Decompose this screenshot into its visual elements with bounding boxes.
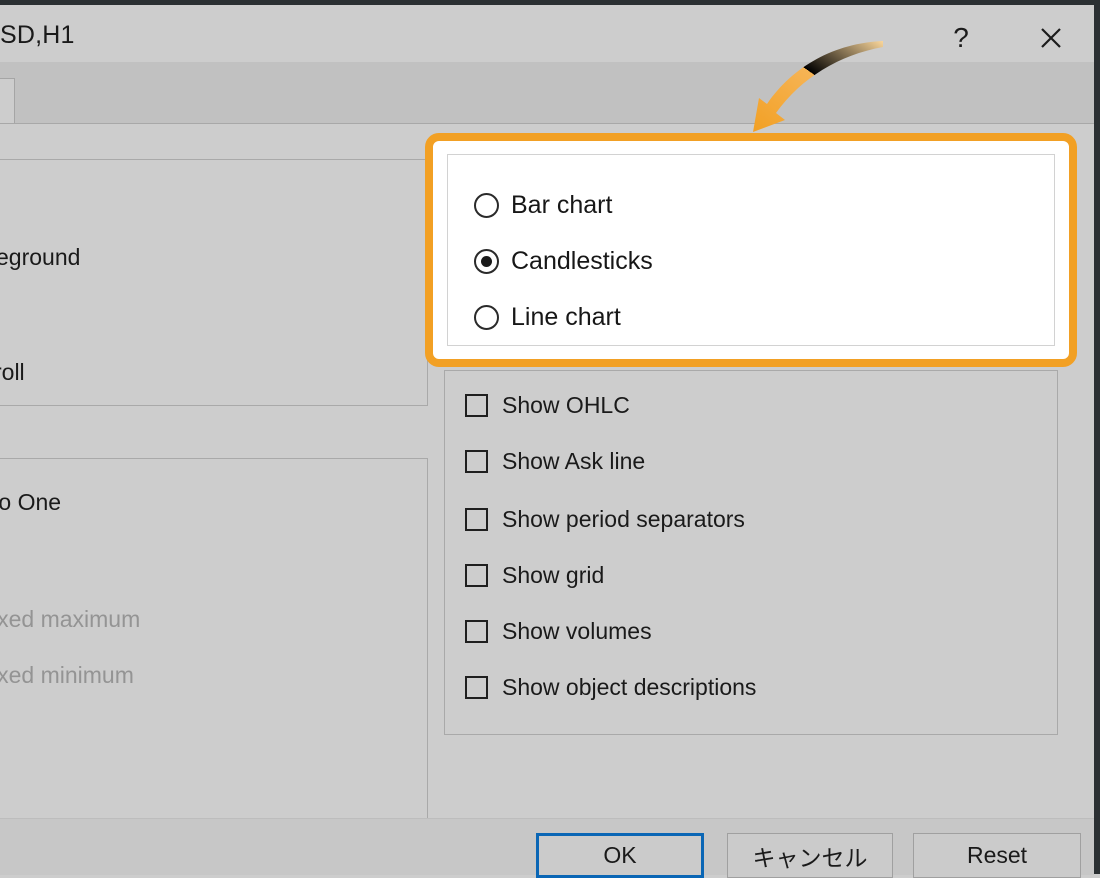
checkbox-row-show-volumes[interactable]: Show volumes [465,620,652,643]
checkbox-show-ohlc[interactable] [465,394,488,417]
group-scale [0,458,428,850]
radio-line-chart[interactable] [474,305,499,330]
radio-bar-chart[interactable] [474,193,499,218]
radio-row-bar-chart[interactable]: Bar chart [474,193,612,218]
checkbox-label-show-ohlc: Show OHLC [502,392,630,418]
close-icon [1041,28,1061,48]
radio-row-line-chart[interactable]: Line chart [474,305,621,330]
radio-label-line-chart: Line chart [511,303,621,331]
window-title: SD,H1 [0,21,75,49]
ok-button[interactable]: OK [536,833,704,878]
checkbox-show-ask-line[interactable] [465,450,488,473]
checkbox-label-show-object-descriptions: Show object descriptions [502,674,757,700]
label-chart-on-foreground[interactable]: eground [0,244,80,271]
cancel-button[interactable]: キャンセル [727,833,893,878]
reset-button[interactable]: Reset [913,833,1081,878]
label-chart-autoscroll[interactable]: roll [0,359,25,386]
tab-strip[interactable] [0,62,1094,126]
chart-type-highlight-annotation: Bar chart Candlesticks Line chart [425,133,1077,367]
label-fixed-minimum: ixed minimum [0,662,134,688]
checkbox-row-show-ask-line[interactable]: Show Ask line [465,450,645,473]
checkbox-show-volumes[interactable] [465,620,488,643]
checkbox-label-show-grid: Show grid [502,562,605,588]
label-scale-to-one[interactable]: to One [0,489,61,516]
chart-properties-dialog: SD,H1 ? eground roll to One ixed maximum… [0,0,1100,878]
dialog-footer: OK キャンセル Reset [0,818,1094,878]
checkbox-row-show-object-descriptions[interactable]: Show object descriptions [465,676,756,699]
checkbox-show-period-separators[interactable] [465,508,488,531]
checkbox-row-show-grid[interactable]: Show grid [465,564,604,587]
radio-row-candlesticks[interactable]: Candlesticks [474,249,653,274]
chart-type-radio-group: Bar chart Candlesticks Line chart [447,154,1055,346]
checkbox-row-show-period-separators[interactable]: Show period separators [465,508,745,531]
checkbox-row-show-ohlc[interactable]: Show OHLC [465,394,630,417]
close-button[interactable] [1018,10,1084,66]
tab-active[interactable] [0,78,15,126]
radio-label-candlesticks: Candlesticks [511,247,653,275]
window-right-edge [1094,0,1100,874]
radio-label-bar-chart: Bar chart [511,191,613,219]
checkbox-label-show-ask-line: Show Ask line [502,448,646,474]
checkbox-show-object-descriptions[interactable] [465,676,488,699]
title-bar: SD,H1 ? [0,5,1094,62]
radio-candlesticks[interactable] [474,249,499,274]
group-common [0,159,428,406]
checkbox-label-show-volumes: Show volumes [502,618,652,644]
window-top-edge [0,0,1100,5]
label-fixed-maximum: ixed maximum [0,606,141,632]
help-button[interactable]: ? [930,10,992,66]
checkbox-show-grid[interactable] [465,564,488,587]
checkbox-label-show-period-separators: Show period separators [502,506,745,532]
radio-selected-dot [481,256,492,267]
